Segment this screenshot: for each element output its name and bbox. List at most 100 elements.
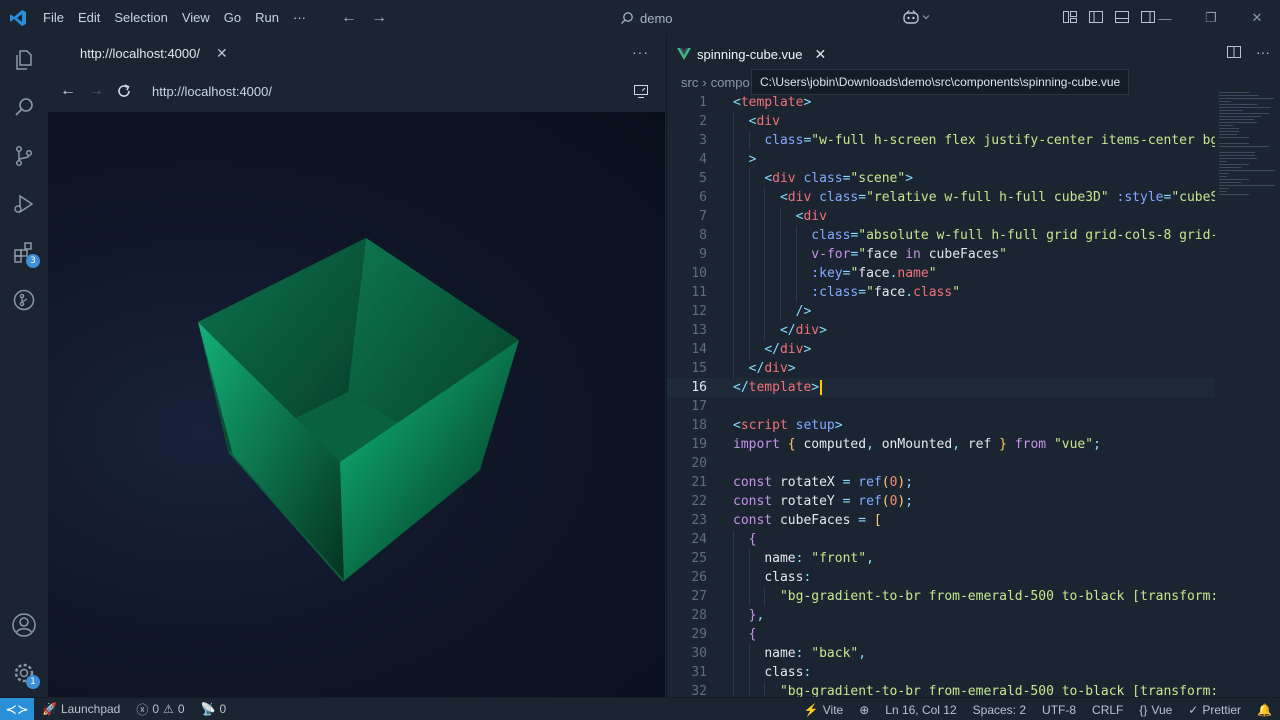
code-line[interactable]: 21 const rotateX = ref(0); [667,473,1215,492]
restore-icon[interactable]: ❐ [1188,0,1234,36]
browser-viewport[interactable] [48,112,665,697]
menu-selection[interactable]: Selection [107,0,174,36]
code-line[interactable]: 25 name: "front", [667,549,1215,568]
code-line[interactable]: 19 import { computed, onMounted, ref } fr… [667,435,1215,454]
vite-item[interactable]: ⚡ Vite [796,703,851,717]
url-input[interactable]: http://localhost:4000/ [152,84,272,99]
cursor-position[interactable]: Ln 16, Col 12 [877,703,964,717]
command-center[interactable]: demo [620,0,673,36]
split-editor-icon[interactable] [1226,44,1242,60]
code-line[interactable]: 4 > [667,150,1215,169]
code-line[interactable]: 26 class: [667,568,1215,587]
code-text: class="w-full h-screen flex justify-cent… [764,133,1215,148]
code-line[interactable]: 1 <template> [667,93,1215,112]
menu-go[interactable]: Go [217,0,248,36]
problems-item[interactable]: ⓧ 0 ⚠ 0 [128,701,192,718]
code-line[interactable]: 3 class="w-full h-screen flex justify-cen… [667,131,1215,150]
code-line[interactable]: 9 v-for="face in cubeFaces" [667,245,1215,264]
minimize-icon[interactable]: — [1142,0,1188,36]
source-control-icon[interactable] [10,142,38,170]
minimap-line [1219,92,1249,93]
code-line[interactable]: 10:key="face.name" [667,264,1215,283]
indent-guide [779,264,781,283]
code-line[interactable]: 8 class="absolute w-full h-full grid grid… [667,226,1215,245]
indent-guide [795,283,797,302]
gitlens-icon[interactable] [10,286,38,314]
code-line[interactable]: 2 <div [667,112,1215,131]
launchpad-item[interactable]: 🚀 Launchpad [34,702,128,716]
indent-guide [748,245,750,264]
close-window-icon[interactable]: ✕ [1234,0,1280,36]
browser-tab[interactable]: http://localhost:4000/ ✕ [80,45,228,62]
open-in-external-browser-icon[interactable] [627,77,655,105]
code-line[interactable]: 18 <script setup> [667,416,1215,435]
code-line[interactable]: 28}, [667,606,1215,625]
code-line[interactable]: 27 "bg-gradient-to-br from-emerald-500 to… [667,587,1215,606]
accounts-icon[interactable] [10,611,38,639]
copilot-button[interactable] [902,9,930,25]
indentation[interactable]: Spaces: 2 [965,703,1034,717]
code-line[interactable]: 16 </template> [667,378,1215,397]
close-tab-icon[interactable]: ✕ [216,45,228,62]
minimap[interactable] [1219,92,1279,242]
code-line[interactable]: 13 </div> [667,321,1215,340]
code-line[interactable]: 6 <div class="relative w-full h-full cube… [667,188,1215,207]
menu-file[interactable]: File [36,0,71,36]
customize-layout-icon[interactable] [1062,9,1078,25]
code-line[interactable]: 7 <div [667,207,1215,226]
code-line[interactable]: 5 <div class="scene"> [667,169,1215,188]
zoom-item[interactable]: ⊕ [851,703,877,717]
reload-icon[interactable] [110,77,138,105]
browser-forward-icon[interactable]: → [82,77,110,105]
code-line[interactable]: 22 const rotateY = ref(0); [667,492,1215,511]
run-debug-icon[interactable] [10,190,38,218]
notifications-bell-icon[interactable]: 🔔 [1249,703,1280,717]
code-line[interactable]: 30 name: "back", [667,644,1215,663]
extensions-icon[interactable]: 3 [10,238,40,268]
back-arrow-icon[interactable]: ← [341,9,357,27]
code-text: /> [795,304,812,319]
editor-tab-title: spinning-cube.vue [697,46,803,62]
remote-indicator-icon[interactable]: ≺≻ [0,697,34,720]
code-line[interactable]: 31 class: [667,663,1215,682]
indent-guide [733,207,734,226]
line-number: 10 [691,266,707,281]
breadcrumb-src[interactable]: src [681,75,698,90]
more-actions-icon[interactable]: ··· [632,44,649,60]
braces-icon: {} [1139,702,1148,717]
indent-guide [779,245,781,264]
search-view-icon[interactable] [10,93,38,121]
code-line[interactable]: 17 [667,397,1215,416]
explorer-icon[interactable] [10,46,38,74]
forward-arrow-icon[interactable]: → [371,9,387,27]
code-line[interactable]: 20 [667,454,1215,473]
language-mode[interactable]: {} Vue [1131,703,1180,717]
code-editor[interactable]: 1 <template> 2 <div 3 class="w-full h-screen … [667,93,1215,697]
browser-toolbar: ← → http://localhost:4000/ [48,71,665,111]
prettier-item[interactable]: ✓ Prettier [1180,703,1249,717]
toggle-primary-sidebar-icon[interactable] [1088,9,1104,25]
ports-item[interactable]: 📡 0 [193,702,235,716]
close-editor-tab-icon[interactable]: ✕ [815,46,827,63]
line-number: 11 [691,285,707,300]
editor-tab-spinning-cube[interactable]: spinning-cube.vue ✕ [667,36,837,71]
menu-view[interactable]: View [175,0,217,36]
code-line[interactable]: 12 /> [667,302,1215,321]
toggle-panel-icon[interactable] [1114,9,1130,25]
menu-edit[interactable]: Edit [71,0,107,36]
menu-run[interactable]: Run [248,0,286,36]
code-line[interactable]: 15 </div> [667,359,1215,378]
code-line[interactable]: 14 </div> [667,340,1215,359]
code-line[interactable]: 32 "bg-gradient-to-br from-emerald-500 to… [667,682,1215,697]
browser-back-icon[interactable]: ← [54,77,82,105]
encoding[interactable]: UTF-8 [1034,703,1084,717]
line-endings[interactable]: CRLF [1084,703,1131,717]
breadcrumb-components[interactable]: compo [711,75,750,90]
code-line[interactable]: 11:class="face.class" [667,283,1215,302]
code-line[interactable]: 24 { [667,530,1215,549]
manage-gear-icon[interactable]: 1 [10,659,40,689]
editor-more-actions-icon[interactable]: ··· [1256,44,1270,60]
code-line[interactable]: 29 { [667,625,1215,644]
menu-more[interactable]: ··· [286,0,313,36]
code-line[interactable]: 23 const cubeFaces = [ [667,511,1215,530]
